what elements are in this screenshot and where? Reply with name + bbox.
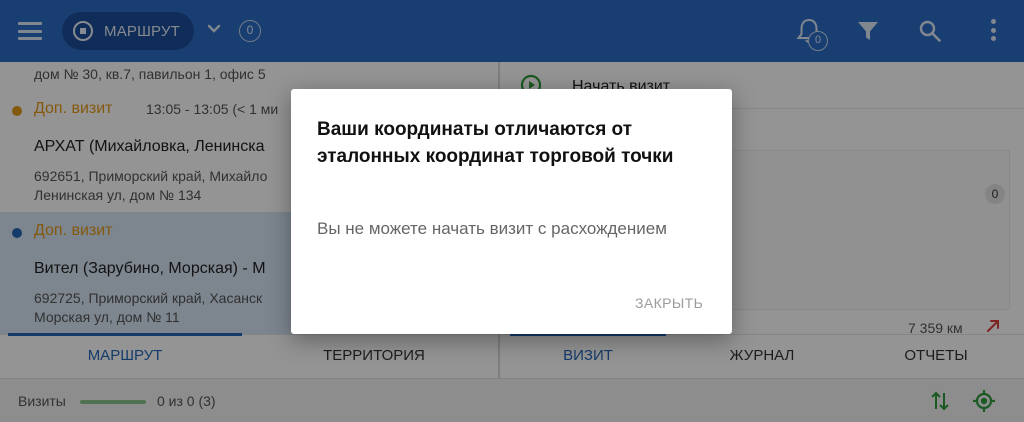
dialog-title: Ваши координаты отличаются от эталонных … bbox=[317, 119, 674, 167]
dialog-message: Вы не можете начать визит с расхождением bbox=[317, 219, 667, 238]
coordinates-warning-dialog: Ваши координаты отличаются от эталонных … bbox=[291, 89, 732, 334]
close-button[interactable]: ЗАКРЫТЬ bbox=[635, 295, 703, 311]
